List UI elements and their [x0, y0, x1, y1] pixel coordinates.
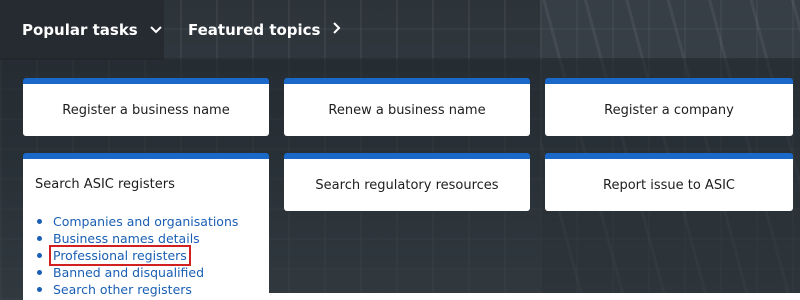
- list-item: Professional registers: [37, 245, 269, 266]
- tab-popular-tasks[interactable]: Popular tasks: [0, 0, 164, 60]
- list-item: Search other registers: [37, 281, 269, 298]
- list-item: Companies and organisations: [37, 213, 269, 230]
- bullet-icon: [37, 287, 42, 292]
- bullet-icon: [37, 219, 42, 224]
- tab-featured-topics-label: Featured topics: [188, 21, 321, 39]
- banned-disqualified-link[interactable]: Banned and disqualified: [53, 264, 204, 281]
- search-regulatory-resources-card[interactable]: Search regulatory resources: [284, 153, 530, 211]
- chevron-down-icon: [150, 23, 162, 38]
- search-asic-registers-card: Search ASIC registers Companies and orga…: [23, 153, 269, 300]
- register-business-name-label: Register a business name: [62, 102, 230, 118]
- bullet-icon: [37, 253, 42, 258]
- search-asic-registers-title: Search ASIC registers: [35, 177, 175, 192]
- report-issue-card[interactable]: Report issue to ASIC: [545, 153, 793, 211]
- chevron-right-icon: [332, 22, 341, 38]
- search-regulatory-resources-label: Search regulatory resources: [315, 177, 499, 193]
- companies-organisations-link[interactable]: Companies and organisations: [53, 213, 238, 230]
- page-content-edge: [269, 293, 800, 300]
- registers-link-list: Companies and organisations Business nam…: [35, 213, 269, 298]
- tab-featured-topics[interactable]: Featured topics: [188, 0, 341, 60]
- business-names-details-link[interactable]: Business names details: [53, 230, 200, 247]
- bullet-icon: [37, 236, 42, 241]
- list-item: Business names details: [37, 230, 269, 247]
- top-navigation: Popular tasks Featured topics: [0, 0, 800, 60]
- list-item: Banned and disqualified: [37, 264, 269, 281]
- search-other-registers-link[interactable]: Search other registers: [53, 281, 192, 298]
- register-company-card[interactable]: Register a company: [545, 78, 793, 136]
- renew-business-name-card[interactable]: Renew a business name: [284, 78, 530, 136]
- bullet-icon: [37, 270, 42, 275]
- register-company-label: Register a company: [604, 102, 734, 118]
- renew-business-name-label: Renew a business name: [328, 102, 486, 118]
- professional-registers-link[interactable]: Professional registers: [49, 245, 191, 266]
- tab-popular-tasks-label: Popular tasks: [22, 21, 138, 39]
- report-issue-label: Report issue to ASIC: [603, 177, 735, 193]
- register-business-name-card[interactable]: Register a business name: [23, 78, 269, 136]
